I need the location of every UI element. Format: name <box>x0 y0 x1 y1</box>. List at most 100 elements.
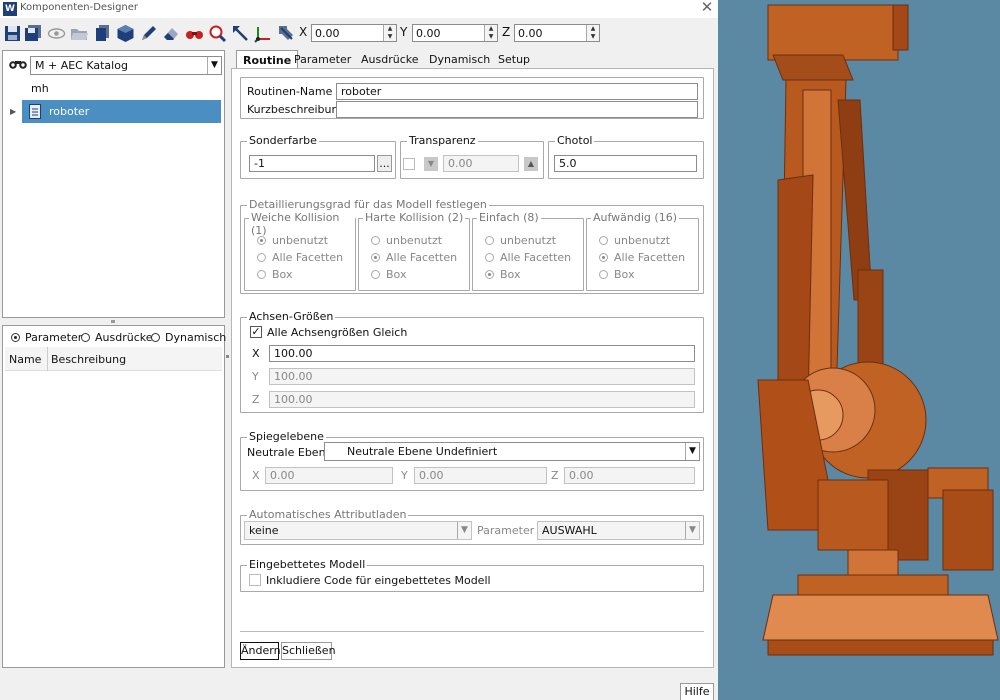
sonderfarbe-browse-button[interactable]: ... <box>377 155 392 172</box>
routine-tab-content: Routinen-Name roboter Kurzbeschreibung S… <box>231 68 714 668</box>
copy-icon[interactable] <box>93 24 112 43</box>
chotol-input[interactable]: 5.0 <box>554 155 697 172</box>
cube-icon[interactable] <box>116 24 135 43</box>
tree-item-roboter[interactable]: roboter <box>22 100 221 123</box>
binoculars-icon[interactable] <box>9 58 27 70</box>
chevron-down-icon[interactable]: ▼ <box>685 443 699 460</box>
radio-ausdruecke-label: Ausdrücke <box>95 331 153 344</box>
tree-root-mh[interactable]: mh <box>31 82 49 95</box>
tab-ausdruecke[interactable]: Ausdrücke <box>355 50 425 68</box>
col-beschreibung[interactable]: Beschreibung <box>51 353 126 366</box>
transparenz-up-icon[interactable]: ▲ <box>524 157 538 171</box>
rotate-arrow-icon[interactable] <box>277 24 296 43</box>
vertical-splitter-grip[interactable] <box>226 355 229 358</box>
spiegel-label: Spiegelebene <box>247 430 326 443</box>
spiegel-x-label: X <box>252 469 260 482</box>
y-spin-arrows-icon[interactable]: ▲ ▼ <box>484 25 497 41</box>
save-all-icon[interactable] <box>24 24 43 43</box>
3d-viewport[interactable] <box>718 0 1000 700</box>
achsen-gleich-checkbox[interactable]: ✓ <box>250 326 262 338</box>
weiche-kollision-group: Weiche Kollision (1) unbenutzt Alle Face… <box>244 211 356 291</box>
document-icon <box>29 104 41 119</box>
move-arrow-icon[interactable] <box>231 24 250 43</box>
radio-parameter[interactable] <box>11 333 20 342</box>
z-spin-arrows-icon[interactable]: ▲ ▼ <box>586 25 599 41</box>
weiche-unbenutzt-label: unbenutzt <box>272 234 329 247</box>
spiegel-y-input[interactable]: 0.00 <box>414 467 547 484</box>
tab-setup-label: Setup <box>498 53 531 66</box>
x-spin-arrows-icon[interactable]: ▲ ▼ <box>383 25 396 41</box>
transparenz-down-icon[interactable]: ▼ <box>424 157 438 171</box>
spiegel-x-input[interactable]: 0.00 <box>265 467 393 484</box>
spiegel-z-input[interactable]: 0.00 <box>564 467 695 484</box>
weiche-facetten-radio[interactable] <box>257 253 266 262</box>
binoculars-red-icon[interactable] <box>185 24 204 43</box>
sonderfarbe-input[interactable]: -1 <box>249 155 375 172</box>
aufwaendig-box-radio[interactable] <box>599 270 608 279</box>
chevron-down-icon[interactable]: ▼ <box>457 522 471 539</box>
open-folder-icon[interactable] <box>70 24 89 43</box>
einfach-facetten-radio[interactable] <box>485 253 494 262</box>
kurzbeschreibung-input[interactable] <box>336 101 698 118</box>
aufwaendig-facetten-radio[interactable] <box>599 253 608 262</box>
chevron-down-icon[interactable]: ▼ <box>685 522 699 539</box>
chevron-down-icon[interactable]: ▼ <box>207 57 221 74</box>
einfach-group: Einfach (8) unbenutzt Alle Facetten Box <box>472 211 584 291</box>
title-bar: W Komponenten-Designer ✕ <box>0 0 718 18</box>
achse-y-label: Y <box>252 370 259 383</box>
harte-facetten-label: Alle Facetten <box>386 251 458 264</box>
transparenz-checkbox[interactable] <box>403 158 415 170</box>
tab-routine-label: Routine <box>243 54 292 67</box>
save-icon[interactable] <box>3 24 22 43</box>
eye-icon[interactable] <box>47 24 66 43</box>
spiegel-y-label: Y <box>401 469 408 482</box>
hilfe-button[interactable]: Hilfe <box>680 683 714 700</box>
sonderfarbe-label: Sonderfarbe <box>247 134 319 147</box>
x-coord-input[interactable]: 0.00 ▲ ▼ <box>311 24 397 42</box>
auto-parameter-select[interactable]: AUSWAHL ▼ <box>537 521 700 540</box>
harte-unbenutzt-radio[interactable] <box>371 236 380 245</box>
auto-parameter-value: AUSWAHL <box>542 524 597 537</box>
eingebettet-checkbox[interactable] <box>249 574 261 586</box>
col-divider[interactable] <box>47 347 48 371</box>
harte-facetten-radio[interactable] <box>371 253 380 262</box>
auto-attribut-select[interactable]: keine ▼ <box>244 521 472 540</box>
axes-icon[interactable] <box>254 24 273 43</box>
tab-setup[interactable]: Setup <box>492 50 536 68</box>
window-title: Komponenten-Designer <box>20 2 139 13</box>
neutrale-ebene-select[interactable]: Neutrale Ebene Undefiniert ▼ <box>324 442 700 461</box>
achse-x-input[interactable]: 100.00 <box>269 345 695 362</box>
tab-dynamisch-label: Dynamisch <box>429 53 491 66</box>
radio-ausdruecke[interactable] <box>81 333 90 342</box>
transparenz-label: Transparenz <box>407 134 478 147</box>
eraser-icon[interactable] <box>162 24 181 43</box>
weiche-unbenutzt-radio[interactable] <box>257 236 266 245</box>
col-name[interactable]: Name <box>9 353 41 366</box>
tab-dynamisch[interactable]: Dynamisch <box>423 50 496 68</box>
weiche-box-radio[interactable] <box>257 270 266 279</box>
achse-z-input[interactable]: 100.00 <box>269 391 695 408</box>
tree-expand-icon[interactable]: ▶ <box>10 107 16 116</box>
aendern-button[interactable]: Ändern <box>240 642 281 660</box>
zoom-icon[interactable] <box>208 24 227 43</box>
achse-x-label: X <box>252 347 260 360</box>
pencil-icon[interactable] <box>139 24 158 43</box>
harte-kollision-group: Harte Kollision (2) unbenutzt Alle Facet… <box>358 211 470 291</box>
achsen-group: Achsen-Größen ✓ Alle Achsengrößen Gleich… <box>240 310 704 413</box>
achse-y-input[interactable]: 100.00 <box>269 368 695 385</box>
splitter-grip[interactable] <box>111 320 115 323</box>
close-icon[interactable]: ✕ <box>698 0 716 16</box>
schliessen-button[interactable]: Schließen <box>281 642 336 660</box>
radio-dynamisch[interactable] <box>151 333 160 342</box>
tab-parameter[interactable]: Parameter <box>288 50 357 68</box>
harte-box-radio[interactable] <box>371 270 380 279</box>
routine-name-input[interactable]: roboter <box>336 83 698 100</box>
transparenz-input[interactable]: 0.00 <box>443 155 519 172</box>
einfach-unbenutzt-radio[interactable] <box>485 236 494 245</box>
catalog-select-value: M + AEC Katalog <box>35 59 128 72</box>
catalog-select[interactable]: M + AEC Katalog ▼ <box>30 56 222 75</box>
y-coord-input[interactable]: 0.00 ▲ ▼ <box>412 24 498 42</box>
z-coord-input[interactable]: 0.00 ▲ ▼ <box>514 24 600 42</box>
einfach-box-radio[interactable] <box>485 270 494 279</box>
aufwaendig-unbenutzt-radio[interactable] <box>599 236 608 245</box>
